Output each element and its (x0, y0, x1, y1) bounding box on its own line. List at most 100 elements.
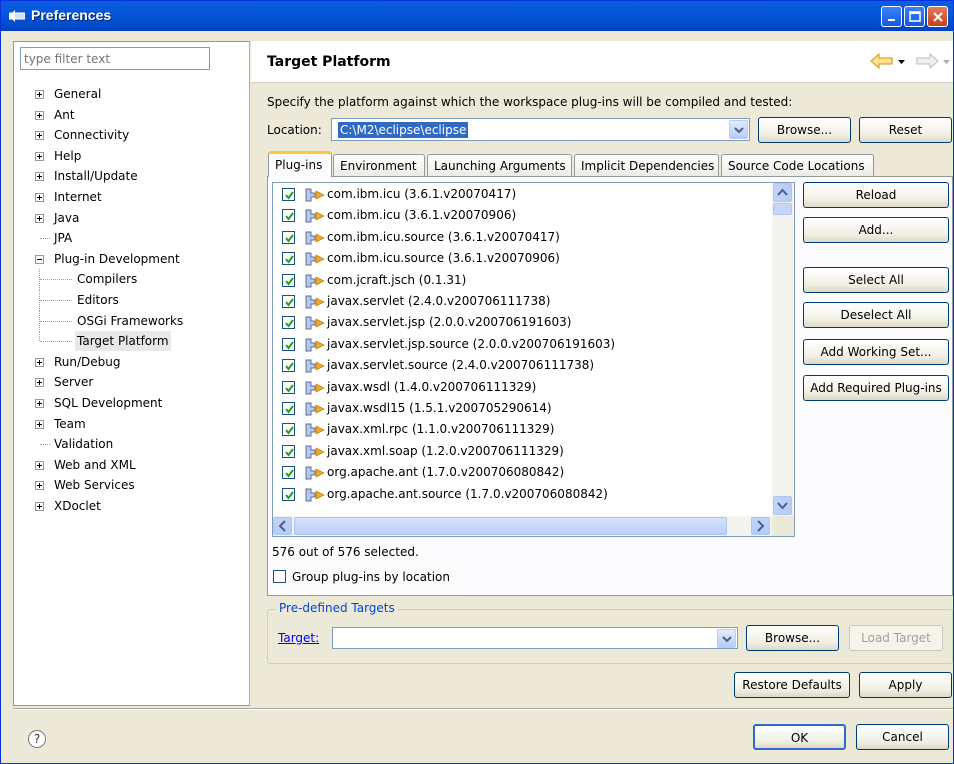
location-browse-button[interactable]: Browse... (758, 117, 851, 143)
plugin-row[interactable]: com.ibm.icu (3.6.1.v20070906) (273, 206, 773, 227)
expand-plus-icon[interactable] (35, 398, 44, 408)
deselect-all-button[interactable]: Deselect All (803, 302, 949, 328)
add-button[interactable]: Add... (803, 217, 949, 243)
tree-item[interactable]: Run/Debug (14, 352, 250, 373)
tree-item[interactable]: JPA (14, 228, 250, 249)
plugin-checkbox[interactable] (282, 252, 295, 266)
tree-item[interactable]: Ant (14, 105, 250, 126)
tab-implicit-dependencies[interactable]: Implicit Dependencies (574, 154, 719, 176)
target-link[interactable]: Target: (278, 631, 319, 645)
expand-plus-icon[interactable] (35, 213, 44, 223)
select-all-button[interactable]: Select All (803, 267, 949, 293)
tree-item[interactable]: XDoclet (14, 496, 250, 517)
reload-button[interactable]: Reload (803, 182, 949, 208)
tree-item[interactable]: Help (14, 146, 250, 167)
tree-item[interactable]: OSGi Frameworks (14, 310, 250, 332)
vertical-scroll-thumb[interactable] (773, 203, 792, 215)
minimize-button[interactable] (881, 6, 902, 27)
plugin-checkbox[interactable] (282, 316, 295, 330)
plugin-checkbox[interactable] (282, 273, 295, 287)
tree-item[interactable]: Java (14, 208, 250, 229)
expand-plus-icon[interactable] (35, 357, 44, 367)
target-dropdown-button[interactable] (717, 629, 736, 648)
plugin-row[interactable]: javax.servlet (2.4.0.v200706111738) (273, 292, 773, 313)
cancel-button[interactable]: Cancel (856, 724, 949, 750)
forward-dropdown-icon[interactable] (943, 60, 951, 65)
ok-button[interactable]: OK (753, 724, 846, 750)
expand-plus-icon[interactable] (35, 460, 44, 470)
plugin-row[interactable]: com.ibm.icu.source (3.6.1.v20070906) (273, 249, 773, 270)
expand-plus-icon[interactable] (35, 90, 44, 99)
scroll-right-button[interactable] (751, 517, 770, 535)
close-button[interactable] (927, 6, 948, 27)
tree-item[interactable]: Validation (14, 434, 250, 455)
scroll-up-button[interactable] (773, 183, 792, 202)
restore-defaults-button[interactable]: Restore Defaults (734, 672, 850, 698)
tree-item[interactable]: Install/Update (14, 166, 250, 187)
plugin-row[interactable]: javax.servlet.jsp.source (2.0.0.v2007061… (273, 335, 773, 356)
plugin-list[interactable]: com.ibm.icu (3.6.1.v20070417) com.ibm.icu… (272, 182, 795, 537)
filter-input[interactable] (20, 47, 210, 70)
add-required-plug-ins-button[interactable]: Add Required Plug-ins (803, 375, 949, 401)
plugin-row[interactable]: com.ibm.icu.source (3.6.1.v20070417) (273, 228, 773, 249)
expand-plus-icon[interactable] (35, 378, 44, 388)
expand-plus-icon[interactable] (35, 110, 44, 120)
location-combo[interactable]: C:\M2\eclipse\eclipse (331, 118, 750, 141)
tree-item[interactable]: Connectivity (14, 125, 250, 146)
tree-item[interactable]: General (14, 84, 250, 105)
target-browse-button[interactable]: Browse... (746, 625, 839, 651)
tree-item[interactable]: Target Platform (14, 331, 250, 352)
plugin-checkbox[interactable] (282, 295, 295, 308)
plugin-row[interactable]: javax.wsdl (1.4.0.v200706111329) (273, 378, 773, 399)
tree-item[interactable]: Internet (14, 187, 250, 208)
forward-arrow-icon[interactable] (915, 53, 939, 69)
plugin-checkbox[interactable] (282, 209, 295, 223)
plugin-row[interactable]: org.apache.ant.source (1.7.0.v2007060808… (273, 485, 773, 506)
maximize-button[interactable] (904, 6, 925, 27)
scroll-down-button[interactable] (773, 496, 792, 515)
plugin-checkbox[interactable] (282, 402, 295, 415)
title-bar[interactable]: Preferences (1, 1, 953, 31)
plugin-row[interactable]: com.jcraft.jsch (0.1.31) (273, 271, 773, 292)
tree-item[interactable]: Server (14, 372, 250, 393)
plugin-checkbox[interactable] (282, 487, 295, 501)
expand-plus-icon[interactable] (35, 172, 44, 182)
plugin-row[interactable]: javax.wsdl15 (1.5.1.v200705290614) (273, 399, 773, 420)
plugin-checkbox[interactable] (282, 466, 295, 480)
vertical-scrollbar[interactable] (772, 183, 794, 516)
tree-item[interactable]: Plug-in Development (14, 249, 250, 270)
target-combo[interactable] (332, 627, 738, 649)
expand-plus-icon[interactable] (35, 481, 44, 491)
plugin-checkbox[interactable] (282, 230, 295, 244)
tab-launching-arguments[interactable]: Launching Arguments (427, 154, 572, 176)
tab-environment[interactable]: Environment (333, 154, 425, 176)
group-by-location-checkbox[interactable] (273, 570, 286, 583)
tree-item[interactable]: Compilers (14, 269, 250, 291)
tree-item[interactable]: Team (14, 414, 250, 435)
add-working-set-button[interactable]: Add Working Set... (803, 339, 949, 365)
plugin-row[interactable]: javax.xml.soap (1.2.0.v200706111329) (273, 442, 773, 463)
plugin-row[interactable]: com.ibm.icu (3.6.1.v20070417) (273, 185, 773, 206)
expand-plus-icon[interactable] (35, 192, 44, 202)
horizontal-scroll-thumb[interactable] (294, 517, 727, 535)
tree-item[interactable]: Web and XML (14, 455, 250, 476)
back-dropdown-icon[interactable] (898, 60, 906, 65)
horizontal-scrollbar[interactable] (273, 516, 772, 536)
location-dropdown-button[interactable] (729, 120, 748, 139)
plugin-checkbox[interactable] (282, 188, 295, 201)
expand-plus-icon[interactable] (35, 131, 44, 141)
plugin-checkbox[interactable] (282, 337, 295, 351)
plugin-checkbox[interactable] (282, 380, 295, 394)
tab-plug-ins[interactable]: Plug-ins (268, 151, 332, 177)
expand-plus-icon[interactable] (35, 419, 44, 429)
plugin-checkbox[interactable] (282, 444, 295, 458)
plugin-row[interactable]: javax.servlet.source (2.4.0.v20070611173… (273, 356, 773, 377)
plugin-row[interactable]: javax.servlet.jsp (2.0.0.v200706191603) (273, 313, 773, 334)
expand-plus-icon[interactable] (35, 151, 44, 161)
plugin-row[interactable]: javax.xml.rpc (1.1.0.v200706111329) (273, 420, 773, 441)
help-icon[interactable]: ? (28, 730, 46, 748)
tree-item[interactable]: Web Services (14, 475, 250, 496)
back-arrow-icon[interactable] (870, 53, 894, 69)
expand-plus-icon[interactable] (35, 501, 44, 511)
scroll-left-button[interactable] (273, 517, 292, 535)
